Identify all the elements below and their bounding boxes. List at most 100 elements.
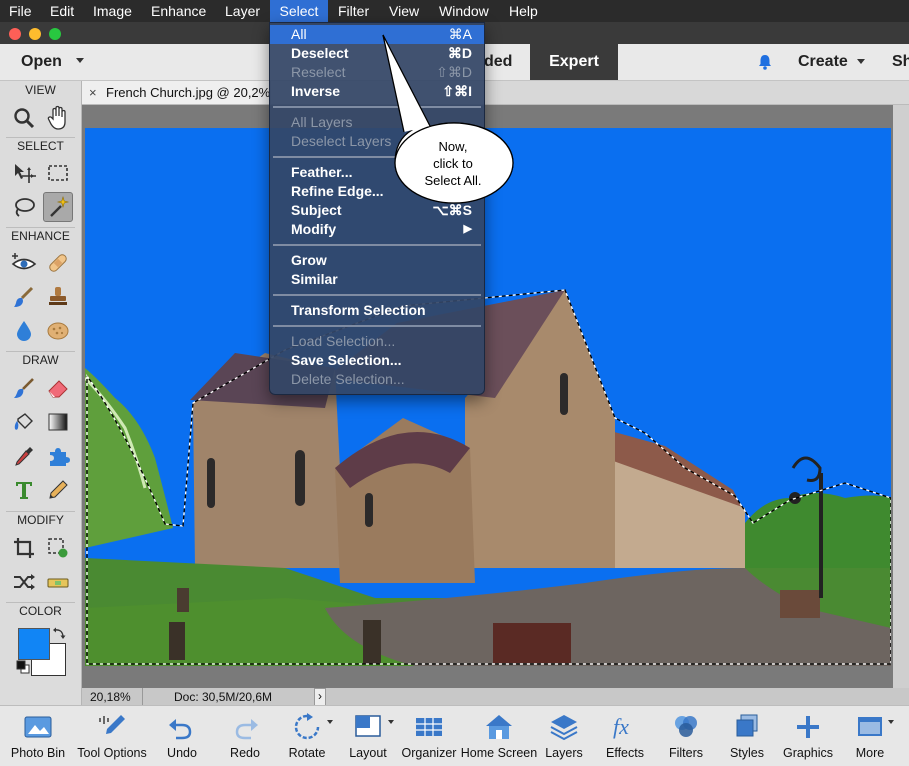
eraser-tool[interactable]: [43, 373, 73, 403]
spot-healing-tool[interactable]: [43, 248, 73, 278]
rotate-dropdown-icon[interactable]: [327, 720, 333, 724]
layers-button[interactable]: Layers: [534, 706, 594, 766]
hand-icon: [47, 105, 66, 130]
menu-filter[interactable]: Filter: [338, 0, 369, 22]
straighten-tool[interactable]: [43, 567, 73, 597]
type-tool[interactable]: [9, 475, 39, 505]
menu-item-save-selection[interactable]: Save Selection...: [270, 351, 484, 370]
close-window-icon[interactable]: [9, 28, 21, 40]
vertical-scrollbar[interactable]: [893, 105, 909, 688]
close-tab-icon[interactable]: ×: [89, 81, 97, 104]
effects-label: Effects: [606, 746, 644, 760]
more-dropdown-icon[interactable]: [888, 720, 894, 724]
home-screen-button[interactable]: Home Screen: [460, 706, 538, 766]
menu-item-subject[interactable]: Subject ⌥⌘S: [270, 201, 484, 220]
clone-stamp-tool[interactable]: [43, 282, 73, 312]
menu-item-load-selection-label: Load Selection...: [291, 333, 396, 349]
open-dropdown-icon[interactable]: [76, 58, 84, 63]
layout-button[interactable]: Layout: [338, 706, 398, 766]
menu-help[interactable]: Help: [509, 0, 538, 22]
rectangular-marquee-icon: [48, 165, 68, 181]
recompose-tool[interactable]: [43, 533, 73, 563]
pencil-tool[interactable]: [43, 475, 73, 505]
menu-item-modify[interactable]: Modify ▶: [270, 220, 484, 239]
marquee-tool[interactable]: [43, 158, 73, 188]
minimize-window-icon[interactable]: [29, 28, 41, 40]
puzzle-shape-icon: [50, 448, 70, 466]
layout-dropdown-icon[interactable]: [388, 720, 394, 724]
redo-icon: [235, 719, 258, 740]
sponge-tool[interactable]: [43, 316, 73, 346]
zoom-tool[interactable]: [9, 103, 39, 133]
menu-item-inverse[interactable]: Inverse ⇧⌘I: [270, 82, 484, 101]
content-aware-move-tool[interactable]: [9, 567, 39, 597]
tool-options-label: Tool Options: [77, 746, 147, 760]
crop-tool[interactable]: [9, 533, 39, 563]
menu-item-grow[interactable]: Grow: [270, 251, 484, 270]
menu-edit[interactable]: Edit: [50, 0, 74, 22]
filters-button[interactable]: Filters: [656, 706, 716, 766]
graphics-button[interactable]: Graphics: [777, 706, 839, 766]
menu-select[interactable]: Select: [270, 0, 328, 22]
move-icon: [15, 164, 36, 183]
open-button[interactable]: Open: [21, 44, 62, 80]
red-eye-tool[interactable]: [9, 248, 39, 278]
effects-button[interactable]: fx Effects: [595, 706, 655, 766]
menu-item-delete-selection[interactable]: Delete Selection...: [270, 370, 484, 389]
redo-button[interactable]: Redo: [215, 706, 275, 766]
default-colors-icon[interactable]: [16, 660, 30, 674]
smart-brush-tool[interactable]: [9, 282, 39, 312]
create-button[interactable]: Create: [798, 44, 848, 80]
document-tab[interactable]: × French Church.jpg @ 20,2% (: [82, 81, 271, 104]
styles-button[interactable]: Styles: [717, 706, 777, 766]
move-tool[interactable]: [9, 158, 39, 188]
create-dropdown-icon[interactable]: [857, 59, 865, 64]
sponge-icon: [47, 322, 69, 340]
swap-colors-icon[interactable]: [52, 626, 66, 640]
bell-icon[interactable]: [756, 53, 774, 71]
magnifier-icon: [14, 108, 35, 129]
magic-wand-tool[interactable]: [43, 192, 73, 222]
more-button[interactable]: More: [840, 706, 900, 766]
gradient-tool[interactable]: [43, 407, 73, 437]
mode-expert-tab[interactable]: Expert: [530, 44, 618, 80]
blur-tool[interactable]: [9, 316, 39, 346]
menu-item-transform-selection[interactable]: Transform Selection: [270, 301, 484, 320]
zoom-window-icon[interactable]: [49, 28, 61, 40]
eyedropper-tool[interactable]: [9, 441, 39, 471]
menu-file[interactable]: File: [9, 0, 32, 22]
mode-guided-tab[interactable]: ded: [484, 44, 512, 80]
menu-item-all[interactable]: All ⌘A: [270, 25, 484, 44]
shuffle-icon: [14, 574, 35, 590]
share-button[interactable]: Sh: [892, 44, 909, 80]
lasso-tool[interactable]: [9, 192, 39, 222]
paint-bucket-tool[interactable]: [9, 407, 39, 437]
status-menu-arrow[interactable]: ›: [314, 688, 326, 706]
paint-bucket-icon: [14, 413, 33, 430]
document-image[interactable]: [85, 128, 891, 666]
rotate-icon: [294, 713, 320, 740]
svg-text:fx: fx: [613, 714, 629, 739]
hand-tool[interactable]: [43, 103, 73, 133]
organizer-button[interactable]: Organizer: [399, 706, 459, 766]
brush-tool[interactable]: [9, 373, 39, 403]
menu-item-deselect-label: Deselect: [291, 45, 349, 61]
doc-size: Doc: 30,5M/20,6M: [174, 690, 273, 704]
menu-image[interactable]: Image: [93, 0, 132, 22]
tool-options-button[interactable]: Tool Options: [76, 706, 148, 766]
menu-item-deselect[interactable]: Deselect ⌘D: [270, 44, 484, 63]
foreground-color-swatch[interactable]: [18, 628, 50, 660]
photo-bin-button[interactable]: Photo Bin: [0, 706, 76, 766]
menu-view[interactable]: View: [389, 0, 419, 22]
menu-item-load-selection[interactable]: Load Selection...: [270, 332, 484, 351]
undo-button[interactable]: Undo: [152, 706, 212, 766]
rotate-button[interactable]: Rotate: [277, 706, 337, 766]
callout-line-3: Select All.: [424, 173, 482, 188]
menu-item-all-layers[interactable]: All Layers: [270, 113, 484, 132]
menu-enhance[interactable]: Enhance: [151, 0, 206, 22]
menu-window[interactable]: Window: [439, 0, 489, 22]
custom-shape-tool[interactable]: [43, 441, 73, 471]
menu-layer[interactable]: Layer: [225, 0, 260, 22]
menu-item-reselect[interactable]: Reselect ⇧⌘D: [270, 63, 484, 82]
menu-item-similar[interactable]: Similar: [270, 270, 484, 289]
